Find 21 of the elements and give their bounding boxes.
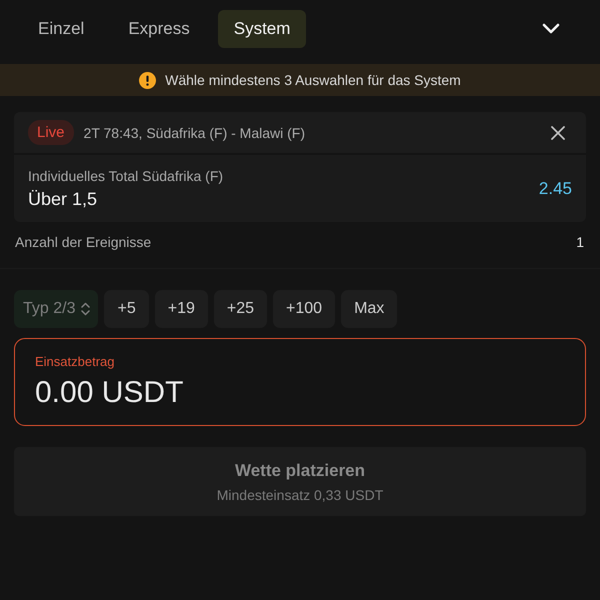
events-count-value: 1 xyxy=(576,234,584,250)
stake-amount-field[interactable]: Einsatzbetrag 0.00 USDT xyxy=(14,338,586,426)
close-icon[interactable] xyxy=(550,124,566,140)
tab[interactable]: System xyxy=(218,10,306,48)
tab[interactable]: Express xyxy=(112,10,206,48)
market-name: Individuelles Total Südafrika (F) xyxy=(28,168,224,184)
quick-amount-button[interactable]: +5 xyxy=(104,290,149,328)
warning-text: Wähle mindestens 3 Auswahlen für das System xyxy=(165,72,461,88)
quick-amount-button[interactable]: +100 xyxy=(273,290,336,328)
event-info: 2T 78:43, Südafrika (F) - Malawi (F) xyxy=(84,124,306,140)
up-down-chevron-icon xyxy=(81,302,90,316)
odds-value: 2.45 xyxy=(538,178,572,198)
quick-amount-button[interactable]: +19 xyxy=(154,290,208,328)
warning-icon xyxy=(139,72,156,88)
quick-amount-button[interactable]: Max xyxy=(341,290,398,328)
tab[interactable]: Einzel xyxy=(22,10,100,48)
selection-name: Über 1,5 xyxy=(28,188,98,210)
live-badge: Live xyxy=(28,120,74,145)
chevron-down-icon[interactable] xyxy=(542,23,560,35)
quick-amount-button[interactable]: +25 xyxy=(214,290,268,328)
events-count-label: Anzahl der Ereignisse xyxy=(15,234,152,250)
